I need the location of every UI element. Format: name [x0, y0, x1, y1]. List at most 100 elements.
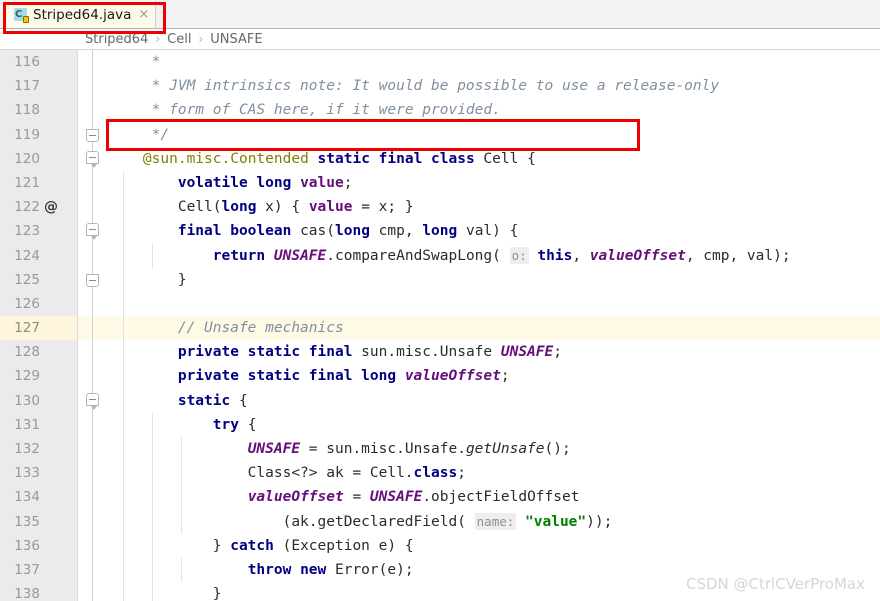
code-text[interactable]: @sun.misc.Contended static final class C…	[108, 147, 536, 171]
editor-gutter[interactable]: 138	[0, 582, 78, 601]
fold-column[interactable]	[78, 533, 108, 558]
editor-gutter[interactable]: 136	[0, 533, 78, 558]
code-line[interactable]: 126	[0, 291, 880, 317]
editor-gutter[interactable]: 123	[0, 219, 78, 244]
editor-gutter[interactable]: 124	[0, 243, 78, 268]
fold-column[interactable]	[78, 340, 108, 365]
fold-column[interactable]	[78, 412, 108, 437]
fold-column[interactable]	[78, 243, 108, 268]
fold-column[interactable]	[78, 146, 108, 171]
code-line[interactable]: 132 UNSAFE = sun.misc.Unsafe.getUnsafe()…	[0, 437, 880, 462]
fold-column[interactable]	[78, 98, 108, 123]
code-text[interactable]: volatile long value;	[108, 171, 353, 195]
code-text[interactable]: } catch (Exception e) {	[108, 534, 414, 558]
code-line[interactable]: 130 static {	[0, 388, 880, 413]
code-text[interactable]: Class<?> ak = Cell.class;	[108, 461, 466, 485]
code-line[interactable]: 128 private static final sun.misc.Unsafe…	[0, 340, 880, 365]
code-line[interactable]: 133 Class<?> ak = Cell.class;	[0, 461, 880, 486]
fold-toggle-icon[interactable]	[86, 392, 99, 410]
fold-column[interactable]	[78, 195, 108, 220]
code-line[interactable]: 123 final boolean cas(long cmp, long val…	[0, 219, 880, 244]
code-text[interactable]: *	[108, 50, 161, 74]
code-text[interactable]: static {	[108, 389, 248, 413]
editor-gutter[interactable]: 134	[0, 485, 78, 510]
annotation-marker-icon[interactable]: @	[44, 195, 58, 219]
code-text[interactable]: private static final sun.misc.Unsafe UNS…	[108, 340, 562, 364]
editor-gutter[interactable]: 121	[0, 170, 78, 196]
editor-gutter[interactable]: 118	[0, 98, 78, 123]
editor-gutter[interactable]: 125	[0, 267, 78, 292]
code-line[interactable]: 120 @sun.misc.Contended static final cla…	[0, 146, 880, 171]
code-text[interactable]: final boolean cas(long cmp, long val) {	[108, 219, 519, 243]
code-line[interactable]: 118 * form of CAS here, if it were provi…	[0, 98, 880, 123]
fold-column[interactable]	[78, 170, 108, 196]
breadcrumb-item-striped64[interactable]: Striped64	[85, 32, 148, 47]
fold-toggle-icon[interactable]	[86, 150, 99, 168]
fold-toggle-icon[interactable]	[86, 128, 99, 142]
code-text[interactable]: }	[108, 582, 222, 601]
fold-column[interactable]	[78, 50, 108, 75]
editor-gutter[interactable]: 117	[0, 74, 78, 99]
fold-column[interactable]	[78, 485, 108, 510]
code-text[interactable]: Cell(long x) { value = x; }	[108, 195, 414, 219]
editor-gutter[interactable]: 122 @	[0, 195, 78, 220]
code-text[interactable]: * form of CAS here, if it were provided.	[108, 98, 501, 122]
editor-gutter[interactable]: 132	[0, 437, 78, 462]
code-line[interactable]: 121 volatile long value;	[0, 170, 880, 196]
editor-gutter[interactable]: 129	[0, 364, 78, 389]
editor-tab-striped64[interactable]: C Striped64.java ×	[6, 1, 157, 28]
code-line[interactable]: 136 } catch (Exception e) {	[0, 533, 880, 558]
code-line[interactable]: 119 */	[0, 122, 880, 147]
fold-toggle-icon[interactable]	[86, 223, 99, 241]
code-line[interactable]: 127 // Unsafe mechanics	[0, 316, 880, 341]
fold-column[interactable]	[78, 219, 108, 244]
editor-gutter[interactable]: 131	[0, 412, 78, 437]
code-line[interactable]: 134 valueOffset = UNSAFE.objectFieldOffs…	[0, 485, 880, 510]
code-text[interactable]: */	[108, 123, 169, 147]
fold-column[interactable]	[78, 364, 108, 389]
code-line[interactable]: 125 }	[0, 267, 880, 292]
editor-gutter[interactable]: 137	[0, 557, 78, 583]
code-text[interactable]: }	[108, 268, 187, 292]
editor-gutter[interactable]: 133	[0, 461, 78, 486]
code-line[interactable]: 117 * JVM intrinsics note: It would be p…	[0, 74, 880, 99]
code-text[interactable]: valueOffset = UNSAFE.objectFieldOffset	[108, 485, 580, 509]
editor-gutter[interactable]: 120	[0, 146, 78, 171]
fold-column[interactable]	[78, 582, 108, 601]
editor-gutter[interactable]: 135	[0, 509, 78, 534]
code-text[interactable]: UNSAFE = sun.misc.Unsafe.getUnsafe();	[108, 437, 571, 461]
editor-gutter[interactable]: 119	[0, 122, 78, 147]
fold-column[interactable]	[78, 509, 108, 534]
code-text[interactable]: return UNSAFE.compareAndSwapLong( o: thi…	[108, 244, 791, 268]
code-text[interactable]: * JVM intrinsics note: It would be possi…	[108, 74, 719, 98]
code-line[interactable]: 122 @ Cell(long x) { value = x; }	[0, 195, 880, 220]
editor-gutter[interactable]: 126	[0, 291, 78, 317]
code-text[interactable]: private static final long valueOffset;	[108, 364, 510, 388]
code-line[interactable]: 135 (ak.getDeclaredField( name: "value")…	[0, 509, 880, 534]
fold-column[interactable]	[78, 122, 108, 147]
code-text[interactable]: try {	[108, 413, 257, 437]
code-line[interactable]: 131 try {	[0, 412, 880, 437]
code-text[interactable]: // Unsafe mechanics	[108, 316, 344, 340]
breadcrumb-item-cell[interactable]: Cell	[167, 32, 191, 47]
fold-toggle-icon[interactable]	[86, 273, 99, 287]
fold-column[interactable]	[78, 557, 108, 583]
code-line[interactable]: 129 private static final long valueOffse…	[0, 364, 880, 389]
fold-column[interactable]	[78, 388, 108, 413]
fold-column[interactable]	[78, 74, 108, 99]
close-icon[interactable]: ×	[138, 8, 149, 21]
fold-column[interactable]	[78, 316, 108, 341]
code-editor[interactable]: 116 * 117 * JVM intrinsics note: It would…	[0, 50, 880, 601]
code-line[interactable]: 116 *	[0, 50, 880, 75]
editor-gutter[interactable]: 127	[0, 316, 78, 341]
code-line[interactable]: 124 return UNSAFE.compareAndSwapLong( o:…	[0, 243, 880, 268]
code-text[interactable]: throw new Error(e);	[108, 558, 414, 582]
fold-column[interactable]	[78, 461, 108, 486]
editor-gutter[interactable]: 128	[0, 340, 78, 365]
editor-gutter[interactable]: 130	[0, 388, 78, 413]
fold-column[interactable]	[78, 437, 108, 462]
code-text[interactable]: (ak.getDeclaredField( name: "value"));	[108, 510, 612, 534]
editor-gutter[interactable]: 116	[0, 50, 78, 75]
fold-column[interactable]	[78, 267, 108, 292]
breadcrumb-item-unsafe[interactable]: UNSAFE	[210, 32, 262, 47]
